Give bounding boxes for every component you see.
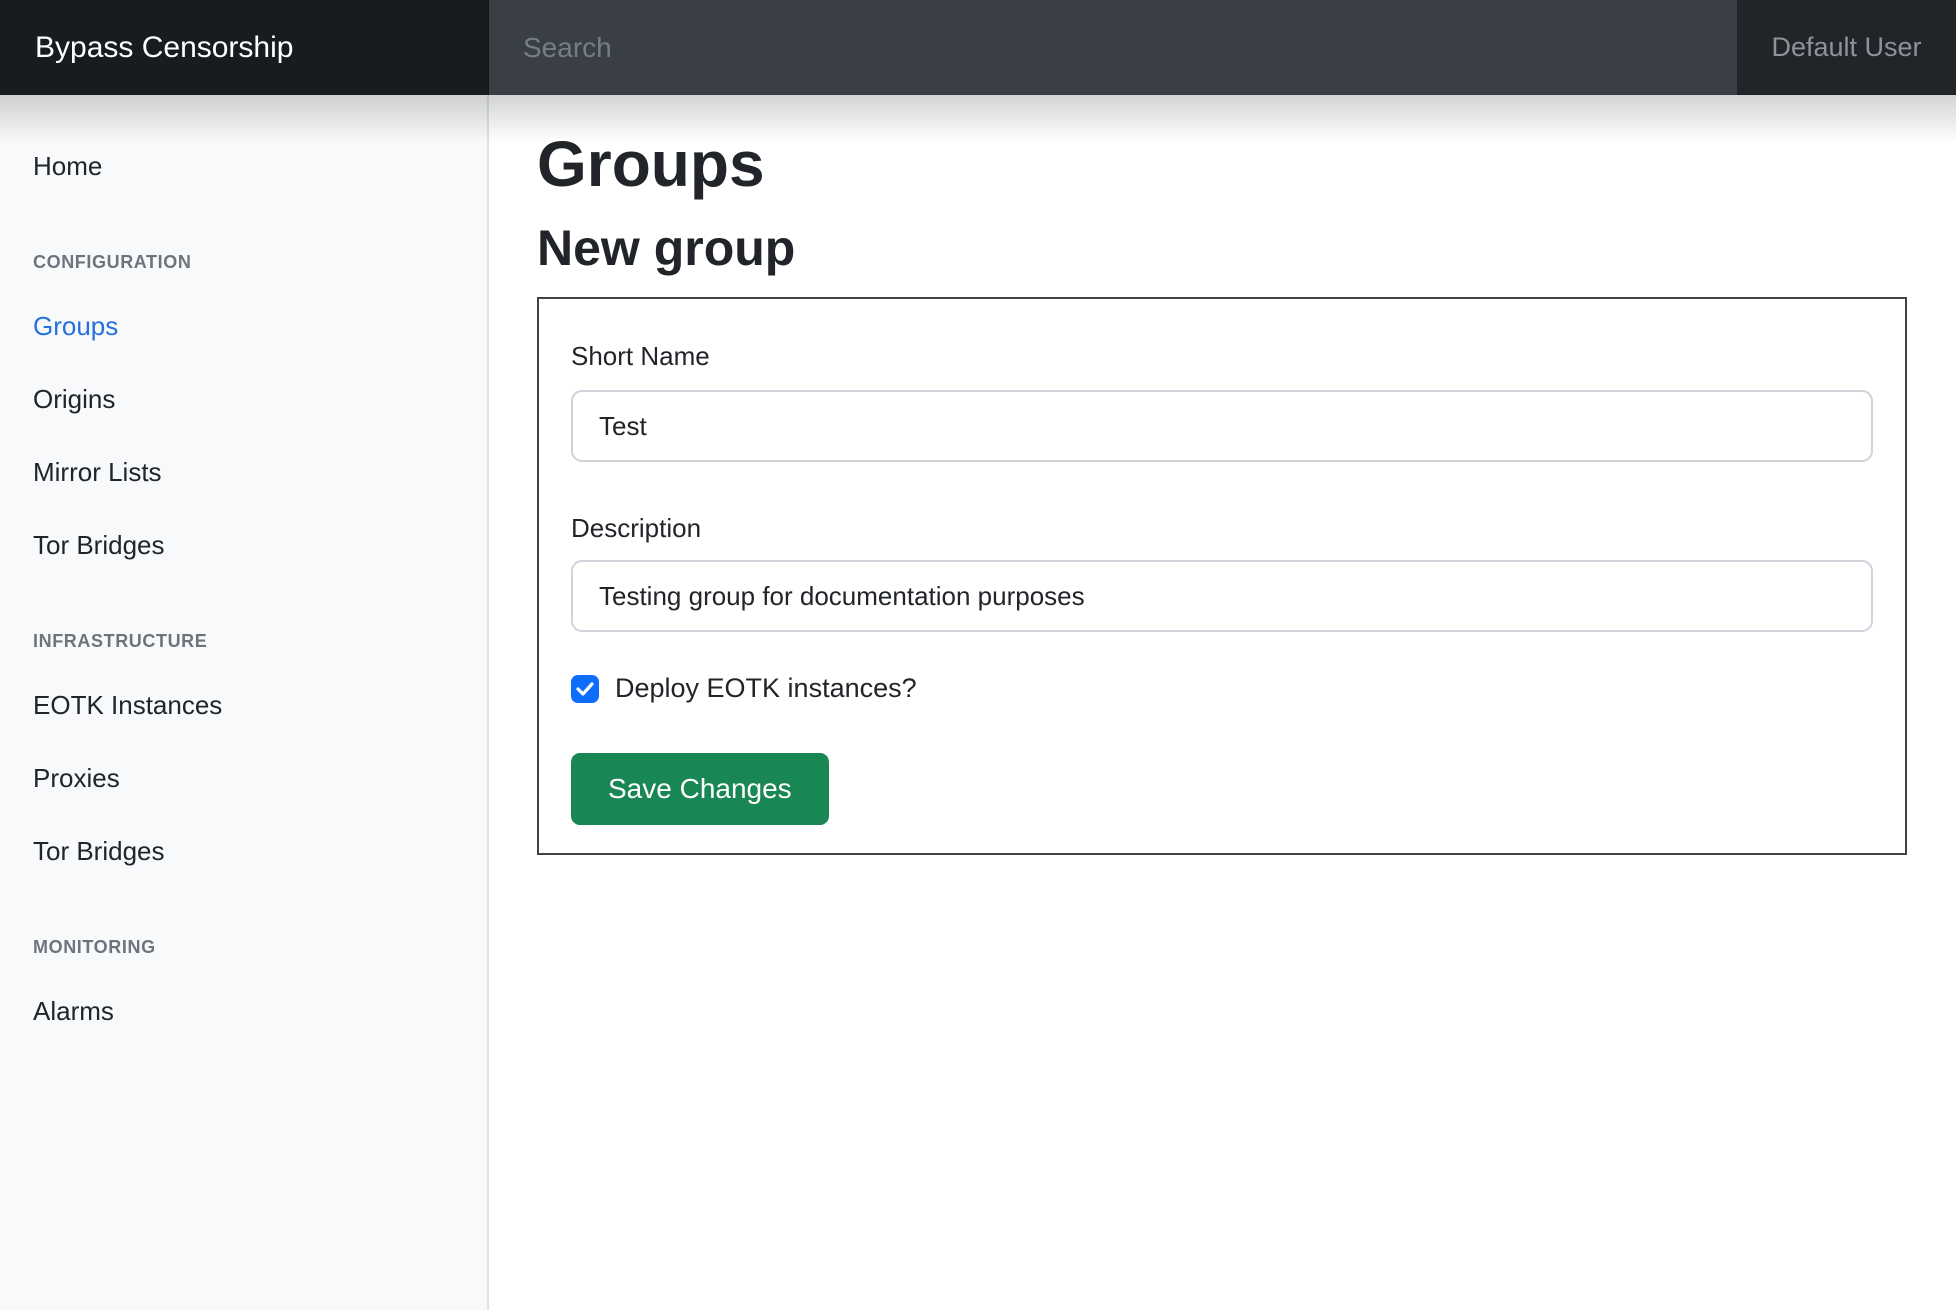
sidebar: Home CONFIGURATION Groups Origins Mirror… (0, 95, 489, 1310)
deploy-eotk-label[interactable]: Deploy EOTK instances? (615, 673, 917, 704)
sidebar-item-home[interactable]: Home (0, 130, 487, 203)
search-input[interactable] (489, 0, 1737, 95)
sidebar-item-alarms[interactable]: Alarms (0, 975, 487, 1048)
brand-link[interactable]: Bypass Censorship (0, 0, 489, 95)
sidebar-heading-infrastructure: INFRASTRUCTURE (0, 630, 487, 652)
sidebar-item-origins[interactable]: Origins (0, 363, 487, 436)
sidebar-item-tor-bridges-config[interactable]: Tor Bridges (0, 509, 487, 582)
section-title: New group (537, 220, 1907, 276)
sidebar-item-mirror-lists[interactable]: Mirror Lists (0, 436, 487, 509)
top-navbar: Bypass Censorship Default User (0, 0, 1956, 95)
sidebar-item-tor-bridges-infra[interactable]: Tor Bridges (0, 815, 487, 888)
short-name-field[interactable] (571, 390, 1873, 462)
sidebar-heading-configuration: CONFIGURATION (0, 251, 487, 273)
sidebar-heading-monitoring: MONITORING (0, 936, 487, 958)
page-title: Groups (537, 129, 1907, 199)
short-name-label: Short Name (571, 342, 1873, 371)
user-menu-link[interactable]: Default User (1737, 0, 1956, 95)
save-changes-button[interactable]: Save Changes (571, 753, 829, 825)
deploy-eotk-checkbox[interactable] (571, 675, 599, 703)
sidebar-item-proxies[interactable]: Proxies (0, 742, 487, 815)
page-layout: Home CONFIGURATION Groups Origins Mirror… (0, 95, 1956, 1310)
sidebar-item-groups[interactable]: Groups (0, 290, 487, 363)
description-label: Description (571, 514, 1873, 543)
check-icon (576, 682, 594, 696)
main-content: Groups New group Short Name Description … (489, 95, 1956, 1310)
sidebar-nav: Home CONFIGURATION Groups Origins Mirror… (0, 95, 487, 1048)
deploy-eotk-row: Deploy EOTK instances? (571, 673, 1873, 704)
sidebar-item-eotk-instances[interactable]: EOTK Instances (0, 669, 487, 742)
new-group-form-card: Short Name Description Deploy EOTK insta… (537, 297, 1907, 855)
description-field[interactable] (571, 560, 1873, 632)
